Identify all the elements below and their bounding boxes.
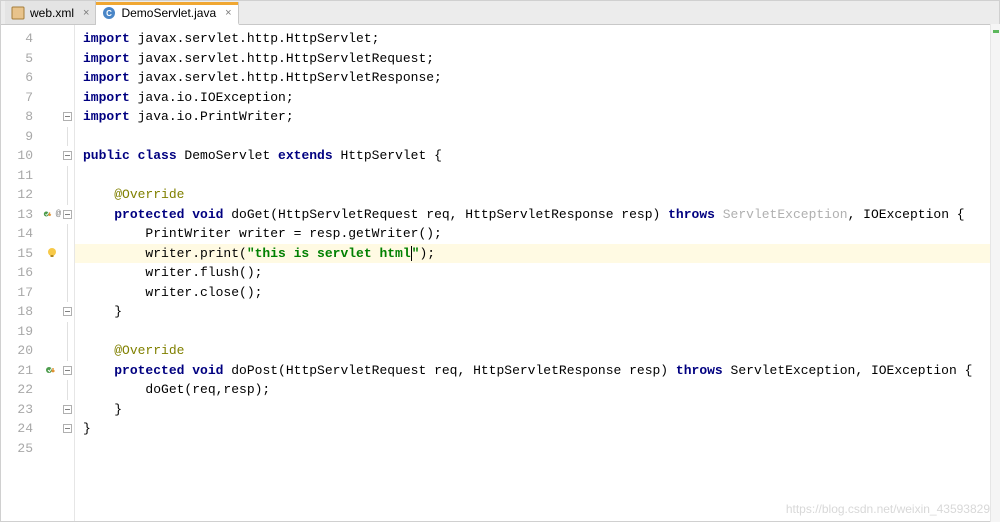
code-line[interactable]: protected void doPost(HttpServletRequest… xyxy=(83,361,999,381)
line-number: 6 xyxy=(1,68,33,88)
override-icon[interactable] xyxy=(43,209,55,219)
error-stripe xyxy=(990,24,1000,522)
line-number: 9 xyxy=(1,127,33,147)
code-editor[interactable]: 45678910111213141516171819202122232425 @… xyxy=(1,25,999,521)
code-line[interactable]: import java.io.IOException; xyxy=(83,88,999,108)
code-line[interactable]: } xyxy=(83,400,999,420)
watermark-text: https://blog.csdn.net/weixin_43593829 xyxy=(786,502,990,516)
line-number: 20 xyxy=(1,341,33,361)
code-line[interactable]: doGet(req,resp); xyxy=(83,380,999,400)
line-number: 25 xyxy=(1,439,33,459)
code-line[interactable]: import javax.servlet.http.HttpServletRes… xyxy=(83,68,999,88)
tab-label: web.xml xyxy=(30,6,74,20)
java-class-icon: C xyxy=(102,6,116,20)
code-line[interactable]: } xyxy=(83,302,999,322)
line-number: 11 xyxy=(1,166,33,186)
code-line[interactable] xyxy=(83,322,999,342)
intention-bulb-icon[interactable] xyxy=(46,247,58,259)
fold-toggle-icon[interactable] xyxy=(63,424,72,433)
code-line[interactable] xyxy=(83,439,999,459)
line-number: 13 xyxy=(1,205,33,225)
code-line[interactable] xyxy=(83,166,999,186)
line-number: 23 xyxy=(1,400,33,420)
tab-label: DemoServlet.java xyxy=(121,6,216,20)
fold-toggle-icon[interactable] xyxy=(63,210,72,219)
line-number: 16 xyxy=(1,263,33,283)
svg-text:C: C xyxy=(107,9,113,18)
line-number: 14 xyxy=(1,224,33,244)
line-number: 7 xyxy=(1,88,33,108)
code-line[interactable]: writer.flush(); xyxy=(83,263,999,283)
code-line[interactable]: import java.io.PrintWriter; xyxy=(83,107,999,127)
line-number: 19 xyxy=(1,322,33,342)
code-line[interactable]: public class DemoServlet extends HttpSer… xyxy=(83,146,999,166)
gutter-markers: @ xyxy=(43,25,61,521)
line-number: 12 xyxy=(1,185,33,205)
fold-toggle-icon[interactable] xyxy=(63,366,72,375)
code-line[interactable] xyxy=(83,127,999,147)
fold-toggle-icon[interactable] xyxy=(63,112,72,121)
line-number: 24 xyxy=(1,419,33,439)
line-number: 21 xyxy=(1,361,33,381)
line-number: 15 xyxy=(1,244,33,264)
code-line[interactable]: import javax.servlet.http.HttpServlet; xyxy=(83,29,999,49)
fold-column xyxy=(61,25,75,521)
fold-toggle-icon[interactable] xyxy=(63,151,72,160)
line-number: 22 xyxy=(1,380,33,400)
xml-file-icon xyxy=(11,6,25,20)
fold-toggle-icon[interactable] xyxy=(63,405,72,414)
close-icon[interactable]: × xyxy=(83,7,89,19)
code-area[interactable]: import javax.servlet.http.HttpServlet;im… xyxy=(75,25,999,521)
code-line[interactable]: @Override xyxy=(83,341,999,361)
line-number: 17 xyxy=(1,283,33,303)
editor-tabs: web.xml × C DemoServlet.java × xyxy=(1,1,999,25)
line-number: 5 xyxy=(1,49,33,69)
line-number-gutter: 45678910111213141516171819202122232425 xyxy=(1,25,43,521)
stripe-ok-icon xyxy=(993,30,999,33)
line-number: 8 xyxy=(1,107,33,127)
code-line[interactable]: PrintWriter writer = resp.getWriter(); xyxy=(83,224,999,244)
fold-toggle-icon[interactable] xyxy=(63,307,72,316)
line-number: 4 xyxy=(1,29,33,49)
close-icon[interactable]: × xyxy=(225,7,231,19)
code-line[interactable]: writer.close(); xyxy=(83,283,999,303)
code-line[interactable]: } xyxy=(83,419,999,439)
line-number: 10 xyxy=(1,146,33,166)
line-number: 18 xyxy=(1,302,33,322)
code-line[interactable]: @Override xyxy=(83,185,999,205)
tab-web-xml[interactable]: web.xml × xyxy=(5,1,96,24)
override-icon[interactable] xyxy=(45,365,59,375)
code-line[interactable]: import javax.servlet.http.HttpServletReq… xyxy=(83,49,999,69)
tab-demoservlet[interactable]: C DemoServlet.java × xyxy=(96,2,238,25)
code-line[interactable]: writer.print("this is servlet html"); xyxy=(75,244,999,264)
code-line[interactable]: protected void doGet(HttpServletRequest … xyxy=(83,205,999,225)
